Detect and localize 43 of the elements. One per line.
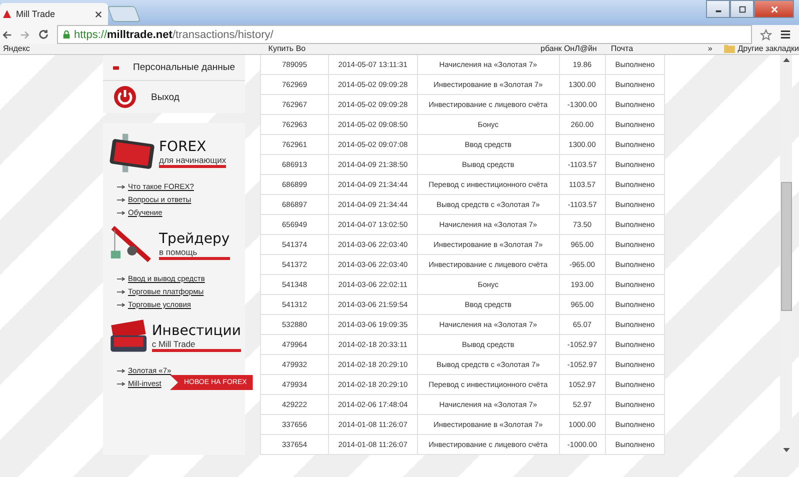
- arrow-icon: [117, 290, 125, 294]
- account-menu-item[interactable]: Персональные данные: [133, 62, 235, 73]
- arrow-icon: [117, 382, 125, 386]
- account-menu-item[interactable]: Выход: [151, 92, 180, 102]
- bookmark[interactable]: Яндекс: [3, 44, 268, 53]
- bookmark[interactable]: Почта: [610, 44, 708, 53]
- back-icon[interactable]: [2, 30, 12, 40]
- close-icon: [770, 4, 778, 14]
- scrollbar[interactable]: [780, 55, 792, 455]
- arrow-icon: [117, 276, 125, 280]
- promo-subtitle: в помощь: [159, 246, 198, 256]
- url-text: https://milltrade.net/transactions/history/: [74, 28, 274, 40]
- maximize-icon: [738, 4, 746, 14]
- arrow-icon: [117, 302, 125, 306]
- arrow-icon: [117, 184, 125, 188]
- close-icon[interactable]: [95, 10, 102, 18]
- promo-title: Инвестиции: [152, 322, 241, 338]
- logo-icon: [2, 9, 12, 19]
- bookmark[interactable]: Купить Во: [268, 44, 541, 53]
- browser-tab[interactable]: Mill Trade: [0, 3, 108, 25]
- lock-icon: [62, 30, 71, 39]
- menu-icon[interactable]: [780, 29, 791, 40]
- address-bar[interactable]: https://milltrade.net/transactions/history/: [57, 25, 752, 44]
- scrollbar-thumb[interactable]: [780, 182, 792, 311]
- promo-subtitle: с Mill Trade: [152, 338, 196, 348]
- bookmark[interactable]: рбанк ОнЛ@йн: [540, 44, 597, 53]
- more-bookmarks-button[interactable]: »: [708, 44, 724, 53]
- arrow-icon: [117, 198, 125, 202]
- maximize-button[interactable]: [730, 0, 754, 18]
- tablet-drawing: [109, 133, 157, 173]
- promo-subtitle: для начинающих: [159, 154, 226, 164]
- star-icon[interactable]: [760, 28, 772, 40]
- arrow-icon: [117, 210, 125, 214]
- power-icon: [113, 85, 137, 109]
- scroll-down-icon[interactable]: [782, 448, 790, 453]
- reload-icon[interactable]: [38, 29, 49, 40]
- arrow-icon: [117, 368, 125, 372]
- promo-title: Трейдеру: [159, 230, 230, 246]
- promo-title: FOREX: [159, 138, 208, 154]
- close-button[interactable]: [754, 0, 794, 18]
- other-bookmarks[interactable]: Другие закладки: [724, 44, 799, 53]
- tab-title: Mill Trade: [16, 9, 56, 19]
- scroll-up-icon[interactable]: [782, 57, 790, 62]
